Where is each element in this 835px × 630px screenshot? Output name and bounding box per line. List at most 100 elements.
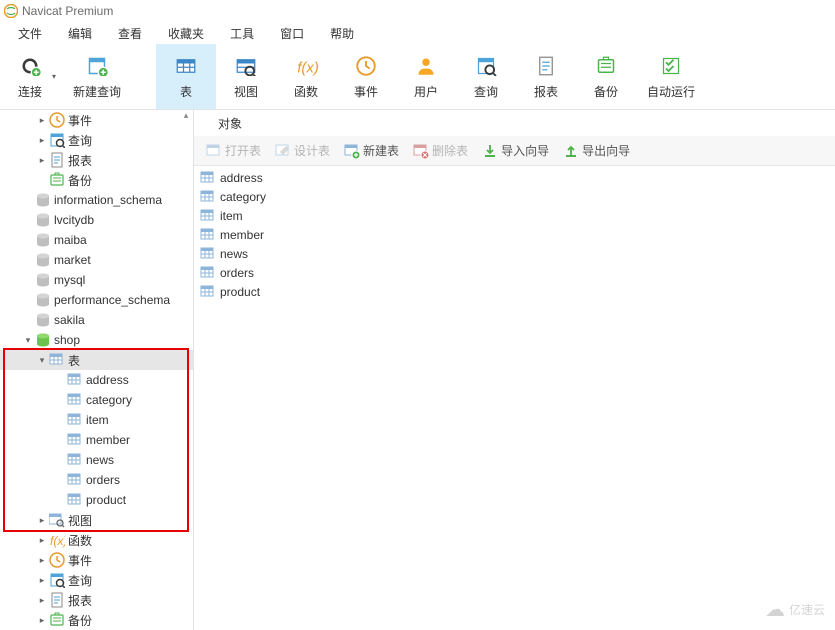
tree-table-item[interactable]: ▸item bbox=[0, 410, 193, 430]
tree-view[interactable]: ▸视图 bbox=[0, 510, 193, 530]
toolbar: 连接▾ 新建查询表视图 函数事件 用户查询 报表备份自动运行 bbox=[0, 44, 835, 110]
expand-arrow-icon[interactable]: ▾ bbox=[22, 335, 34, 346]
object-list[interactable]: address category itemmembernewsordersprodu… bbox=[194, 166, 835, 630]
connect-dropdown-icon[interactable]: ▾ bbox=[52, 72, 56, 81]
tree-fx[interactable]: ▸函数 bbox=[0, 530, 193, 550]
tree-table-address[interactable]: ▸address bbox=[0, 370, 193, 390]
toolbar-table[interactable]: 表 bbox=[156, 44, 216, 109]
table-icon bbox=[67, 412, 83, 428]
tree-db-information_schema[interactable]: ▸information_schema bbox=[0, 190, 193, 210]
menu-4[interactable]: 工具 bbox=[218, 23, 266, 44]
object-orders[interactable]: orders bbox=[198, 263, 831, 282]
object-member[interactable]: member bbox=[198, 225, 831, 244]
toolbar-label: 事件 bbox=[354, 83, 378, 100]
expand-arrow-icon[interactable]: ▾ bbox=[36, 355, 48, 366]
watermark-text: 亿速云 bbox=[789, 601, 825, 618]
tree-label: performance_schema bbox=[54, 293, 170, 307]
function-icon bbox=[293, 53, 319, 79]
expand-arrow-icon[interactable]: ▸ bbox=[36, 515, 48, 526]
tree-backup[interactable]: ▸备份 bbox=[0, 610, 193, 630]
object-news[interactable]: news bbox=[198, 244, 831, 263]
backup-icon bbox=[593, 53, 619, 79]
expand-arrow-icon[interactable]: ▸ bbox=[36, 595, 48, 606]
scroll-up-icon[interactable]: ▴ bbox=[179, 110, 193, 124]
tree-db-mysql[interactable]: ▸mysql bbox=[0, 270, 193, 290]
tree-query[interactable]: ▸ 查询 bbox=[0, 570, 193, 590]
expand-arrow-icon[interactable]: ▸ bbox=[36, 615, 48, 626]
menu-6[interactable]: 帮助 bbox=[318, 23, 366, 44]
tree-tables-node[interactable]: ▾表 bbox=[0, 350, 193, 370]
tree-event[interactable]: ▸事件 bbox=[0, 110, 193, 130]
object-category[interactable]: category bbox=[198, 187, 831, 206]
table-icon bbox=[67, 392, 83, 408]
toolbar-report[interactable]: 报表 bbox=[516, 44, 576, 109]
tree-db-market[interactable]: ▸market bbox=[0, 250, 193, 270]
action-import[interactable]: 导入向导 bbox=[476, 140, 555, 161]
tree-label: mysql bbox=[54, 273, 85, 287]
design-icon bbox=[275, 143, 291, 159]
toolbar-view[interactable]: 视图 bbox=[216, 44, 276, 109]
expand-arrow-icon[interactable]: ▸ bbox=[36, 135, 48, 146]
tree-table-member[interactable]: ▸member bbox=[0, 430, 193, 450]
tree-label: 查询 bbox=[68, 572, 92, 589]
tree-table-category[interactable]: ▸category bbox=[0, 390, 193, 410]
action-export[interactable]: 导出向导 bbox=[557, 140, 636, 161]
tree-table-orders[interactable]: ▸orders bbox=[0, 470, 193, 490]
tree-query[interactable]: ▸ 查询 bbox=[0, 130, 193, 150]
toolbar-connect[interactable]: 连接 bbox=[0, 44, 60, 109]
backup-icon bbox=[49, 612, 65, 628]
tree-db-sakila[interactable]: ▸sakila bbox=[0, 310, 193, 330]
query-icon bbox=[473, 53, 499, 79]
toolbar-label: 视图 bbox=[234, 83, 258, 100]
tree-report[interactable]: ▸报表 bbox=[0, 590, 193, 610]
menu-5[interactable]: 窗口 bbox=[268, 23, 316, 44]
menu-2[interactable]: 查看 bbox=[106, 23, 154, 44]
expand-arrow-icon[interactable]: ▸ bbox=[36, 155, 48, 166]
cloud-icon: ☁ bbox=[765, 597, 785, 622]
table-icon bbox=[200, 227, 216, 243]
action-toolbar: 打开表设计表新建表删除表导入向导导出向导 bbox=[194, 136, 835, 166]
sidebar-tree[interactable]: ▴ ▸事件▸查询▸报表▸备份▸information_schema▸lvcity… bbox=[0, 110, 194, 630]
expand-arrow-icon[interactable]: ▸ bbox=[36, 575, 48, 586]
toolbar-event[interactable]: 事件 bbox=[336, 44, 396, 109]
tree-label: 报表 bbox=[68, 152, 92, 169]
table-icon bbox=[173, 53, 199, 79]
toolbar-user[interactable]: 用户 bbox=[396, 44, 456, 109]
object-item[interactable]: item bbox=[198, 206, 831, 225]
expand-arrow-icon[interactable]: ▸ bbox=[36, 555, 48, 566]
tree-db-maiba[interactable]: ▸maiba bbox=[0, 230, 193, 250]
tree-table-news[interactable]: ▸news bbox=[0, 450, 193, 470]
tree-db-lvcitydb[interactable]: ▸lvcitydb bbox=[0, 210, 193, 230]
toolbar-function[interactable]: 函数 bbox=[276, 44, 336, 109]
toolbar-schedule[interactable]: 自动运行 bbox=[636, 44, 706, 109]
table-icon bbox=[67, 432, 83, 448]
menu-1[interactable]: 编辑 bbox=[56, 23, 104, 44]
menu-0[interactable]: 文件 bbox=[6, 23, 54, 44]
object-product[interactable]: product bbox=[198, 282, 831, 301]
toolbar-backup[interactable]: 备份 bbox=[576, 44, 636, 109]
menu-3[interactable]: 收藏夹 bbox=[156, 23, 216, 44]
tree-label: 备份 bbox=[68, 172, 92, 189]
tree-db-shop[interactable]: ▾shop bbox=[0, 330, 193, 350]
query-icon bbox=[49, 132, 65, 148]
tree-db-performance_schema[interactable]: ▸performance_schema bbox=[0, 290, 193, 310]
tab-objects[interactable]: 对象 bbox=[210, 113, 250, 134]
action-new[interactable]: 新建表 bbox=[338, 140, 405, 161]
toolbar-query[interactable]: 查询 bbox=[456, 44, 516, 109]
tree-label: category bbox=[86, 393, 132, 407]
tree-backup[interactable]: ▸备份 bbox=[0, 170, 193, 190]
tree-report[interactable]: ▸ 报表 bbox=[0, 150, 193, 170]
expand-arrow-icon[interactable]: ▸ bbox=[36, 535, 48, 546]
titlebar: Navicat Premium bbox=[0, 0, 835, 22]
database-icon bbox=[35, 212, 51, 228]
tree-label: 查询 bbox=[68, 132, 92, 149]
tree-event[interactable]: ▸事件 bbox=[0, 550, 193, 570]
tree-table-product[interactable]: ▸product bbox=[0, 490, 193, 510]
connect-icon bbox=[17, 53, 43, 79]
expand-arrow-icon[interactable]: ▸ bbox=[36, 115, 48, 126]
toolbar-newquery[interactable]: 新建查询 bbox=[62, 44, 132, 109]
toolbar-label: 查询 bbox=[474, 83, 498, 100]
schedule-icon bbox=[658, 53, 684, 79]
object-label: category bbox=[220, 190, 266, 204]
object-address[interactable]: address bbox=[198, 168, 831, 187]
